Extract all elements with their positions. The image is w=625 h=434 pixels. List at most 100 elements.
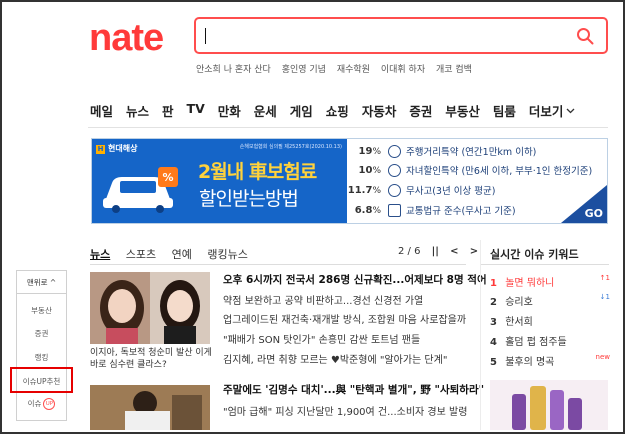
news-photo-1[interactable] xyxy=(90,272,210,344)
ad-banner[interactable]: H 현대해상 손해보험협회 심의필 제25257호(2020.10.13) % 2… xyxy=(91,138,608,224)
brand-name: 현대해상 xyxy=(108,144,138,153)
suggestion-link[interactable]: 개코 컴백 xyxy=(436,65,472,75)
nav-item-mail[interactable]: 메일 xyxy=(90,101,113,120)
banner-promo-panel: H 현대해상 손해보험협회 심의필 제25257호(2020.10.13) % 2… xyxy=(92,139,347,223)
keyword-term: 승리호 xyxy=(505,297,533,308)
photo-caption[interactable]: 이지아, 독보적 청순미 발산 이게 바로 심수련 클라스? xyxy=(90,347,220,371)
up-badge: UP xyxy=(43,398,56,410)
keyword-term: 놀면 뭐하니 xyxy=(505,278,555,289)
nav-item-pann[interactable]: 판 xyxy=(162,101,174,120)
rate-label: 교통법규 준수(무사고 기준) xyxy=(406,206,516,217)
new-badge: new xyxy=(595,353,610,361)
banner-subtitle: 할인받는방법 xyxy=(199,188,299,210)
car-safety-icon xyxy=(388,183,401,197)
rate-unit: % xyxy=(372,146,381,157)
search-input[interactable] xyxy=(194,17,608,54)
cosmetics-image xyxy=(490,380,608,430)
rate-value: 19 xyxy=(358,145,373,157)
nav-item-news[interactable]: 뉴스 xyxy=(126,101,149,120)
shopping-ad-image[interactable] xyxy=(490,380,608,430)
rail-item-realestate[interactable]: 부동산 xyxy=(17,305,66,316)
keyword-rank: 3 xyxy=(490,317,497,328)
headline-item[interactable]: 오후 6시까지 전국서 286명 신규확진...어제보다 8명 적어 xyxy=(223,272,487,287)
keyword-item[interactable]: 5 불후의 명곡 new xyxy=(490,353,610,368)
go-button[interactable]: GO xyxy=(585,207,603,220)
nav-more-button[interactable]: 더보기 xyxy=(529,101,576,120)
sports-image xyxy=(90,385,210,430)
suggestion-link[interactable]: 이대휘 하자 xyxy=(381,65,425,75)
rail-item-issue[interactable]: 이슈 UP xyxy=(17,398,66,410)
keyword-item[interactable]: 1 놀면 뭐하니 ↑1 xyxy=(490,274,610,289)
banner-approval-text: 손해보험협회 심의필 제25257호(2020.10.13) xyxy=(239,144,342,150)
suggestion-link[interactable]: 재수학원 xyxy=(337,65,370,75)
rate-unit: % xyxy=(372,205,381,216)
keyword-term: 불후의 명곡 xyxy=(505,357,555,368)
nav-divider xyxy=(88,127,608,128)
keyword-rank: 1 xyxy=(490,278,497,289)
column-divider xyxy=(480,240,481,430)
keyword-item[interactable]: 3 한서희 xyxy=(490,313,610,328)
banner-brand: H 현대해상 xyxy=(96,143,137,154)
nav-more-label: 더보기 xyxy=(528,104,564,119)
prev-button[interactable]: < xyxy=(450,246,458,257)
main-nav: 메일 뉴스 판 TV 만화 운세 게임 쇼핑 자동차 증권 부동산 팀룸 더보기 xyxy=(90,101,588,120)
mileage-icon xyxy=(388,144,401,158)
news-tabs: 뉴스 스포츠 연예 랭킹뉴스 xyxy=(90,246,260,262)
suggestion-link[interactable]: 홍인영 기념 xyxy=(282,65,326,75)
rail-item-stocks[interactable]: 증권 xyxy=(17,328,66,339)
nav-item-cars[interactable]: 자동차 xyxy=(362,101,397,120)
tab-sports[interactable]: 스포츠 xyxy=(126,248,156,261)
keyword-rank: 5 xyxy=(490,357,497,368)
nav-item-teamroom[interactable]: 팀룸 xyxy=(493,101,516,120)
news-divider xyxy=(90,264,466,265)
rate-row: 10% 자녀할인특약 (만6세 이하, 부부·1인 한정기준) xyxy=(347,163,592,177)
keyword-rank: 4 xyxy=(490,337,497,348)
car-icon: % xyxy=(103,167,178,213)
back-to-top-button[interactable]: 맨위로 ^ xyxy=(17,271,66,294)
nav-item-shopping[interactable]: 쇼핑 xyxy=(326,101,349,120)
text-cursor xyxy=(205,28,206,44)
tab-entertainment[interactable]: 연예 xyxy=(172,248,192,261)
realtime-divider xyxy=(481,264,609,265)
chevron-down-icon xyxy=(566,108,575,113)
rate-row: 6.8% 교통법규 준수(무사고 기준) xyxy=(347,203,516,217)
headline-item[interactable]: 업그레이드된 재건축·재개발 방식, 조합원 마음 사로잡을까 xyxy=(223,311,466,326)
nav-item-comics[interactable]: 만화 xyxy=(218,101,241,120)
news-photo-2[interactable] xyxy=(90,385,210,430)
rail-item-ranking[interactable]: 랭킹 xyxy=(17,352,66,363)
keyword-item[interactable]: 4 홀덤 펍 점주들 xyxy=(490,333,610,348)
rate-unit: % xyxy=(372,165,381,176)
rate-value: 10 xyxy=(358,164,373,176)
keyword-item[interactable]: 2 승리호 ↓1 xyxy=(490,293,610,308)
rank-up-indicator: ↑1 xyxy=(599,274,610,282)
pause-button[interactable]: || xyxy=(432,246,439,257)
quick-menu-rail: 맨위로 ^ 부동산 증권 랭킹 이슈UP추천 이슈 UP xyxy=(16,270,67,421)
nav-item-tv[interactable]: TV xyxy=(187,101,205,120)
rate-unit: % xyxy=(372,185,381,196)
tab-news[interactable]: 뉴스 xyxy=(90,248,110,261)
rate-value: 11.7 xyxy=(347,184,373,196)
headline-item[interactable]: "엄마 급해" 피싱 지난달만 1,900여 건...소비자 경보 발령 xyxy=(223,403,467,418)
nav-item-fortune[interactable]: 운세 xyxy=(254,101,277,120)
headline-item[interactable]: "패배가 SON 탓인가" 손흥민 감싼 토트넘 팬들 xyxy=(223,331,420,346)
headline-item[interactable]: 주말에도 '김명수 대치'...與 "탄핵과 별개", 野 "사퇴하라" xyxy=(223,382,484,397)
banner-rates: 19% 주행거리특약 (연간1만km 이하) 10% 자녀할인특약 (만6세 이… xyxy=(347,139,607,223)
nav-item-games[interactable]: 게임 xyxy=(290,101,313,120)
rank-down-indicator: ↓1 xyxy=(599,293,610,301)
svg-text:%: % xyxy=(162,171,173,184)
nav-item-stocks[interactable]: 증권 xyxy=(409,101,432,120)
tab-ranking-news[interactable]: 랭킹뉴스 xyxy=(207,248,247,261)
rate-row: 11.7% 무사고(3년 이상 평균) xyxy=(347,183,495,197)
nav-item-realestate[interactable]: 부동산 xyxy=(445,101,480,120)
rate-label: 무사고(3년 이상 평균) xyxy=(406,186,496,197)
headline-item[interactable]: 약점 보완하고 공약 비판하고...경선 신경전 가열 xyxy=(223,292,423,307)
suggestion-link[interactable]: 안소희 나 혼자 산다 xyxy=(196,65,271,75)
keyword-rank: 2 xyxy=(490,297,497,308)
search-icon[interactable] xyxy=(576,27,594,45)
hyundai-logo-icon: H xyxy=(96,145,105,154)
page-indicator: 2 / 6 xyxy=(398,246,421,257)
headline-item[interactable]: 김지혜, 라면 취향 모르는 ♥박준형에 "알아가는 단계" xyxy=(223,351,447,366)
next-button[interactable]: > xyxy=(470,246,478,257)
rate-row: 19% 주행거리특약 (연간1만km 이하) xyxy=(347,144,536,158)
nate-logo[interactable]: nate xyxy=(89,18,164,58)
